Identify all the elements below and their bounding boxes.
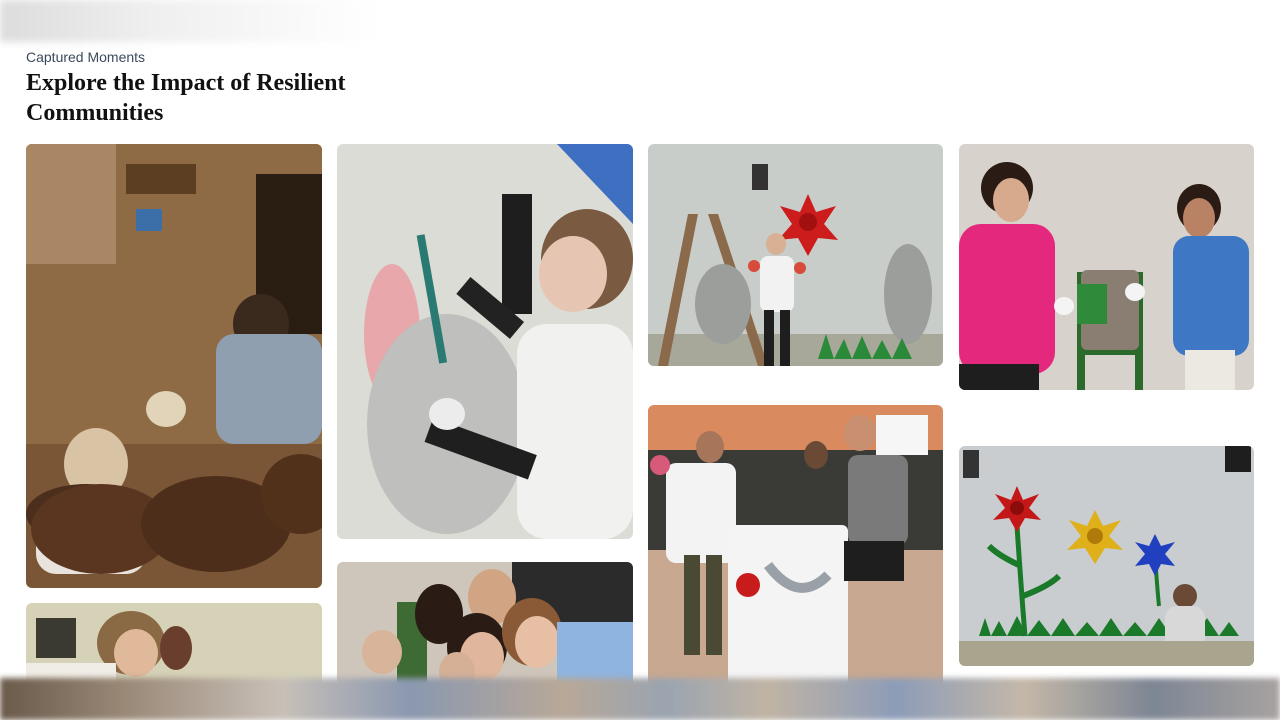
- gallery-photo-mural-painting[interactable]: [337, 144, 633, 539]
- gallery-photo-pottery[interactable]: [26, 144, 322, 588]
- blurred-top-banner: [0, 0, 380, 42]
- gallery-photo-volunteers-painting-stand[interactable]: [959, 144, 1254, 390]
- gallery-photo-group-selfie[interactable]: [337, 562, 633, 692]
- section-eyebrow: Captured Moments: [26, 49, 146, 65]
- gallery-photo-volunteer-waving[interactable]: [648, 144, 943, 366]
- blurred-bottom-strip: [0, 678, 1280, 720]
- gallery-photo-painting-bin[interactable]: [648, 405, 943, 695]
- section-title: Explore the Impact of Resilient Communit…: [26, 70, 346, 126]
- gallery-photo-flower-mural[interactable]: [959, 446, 1254, 666]
